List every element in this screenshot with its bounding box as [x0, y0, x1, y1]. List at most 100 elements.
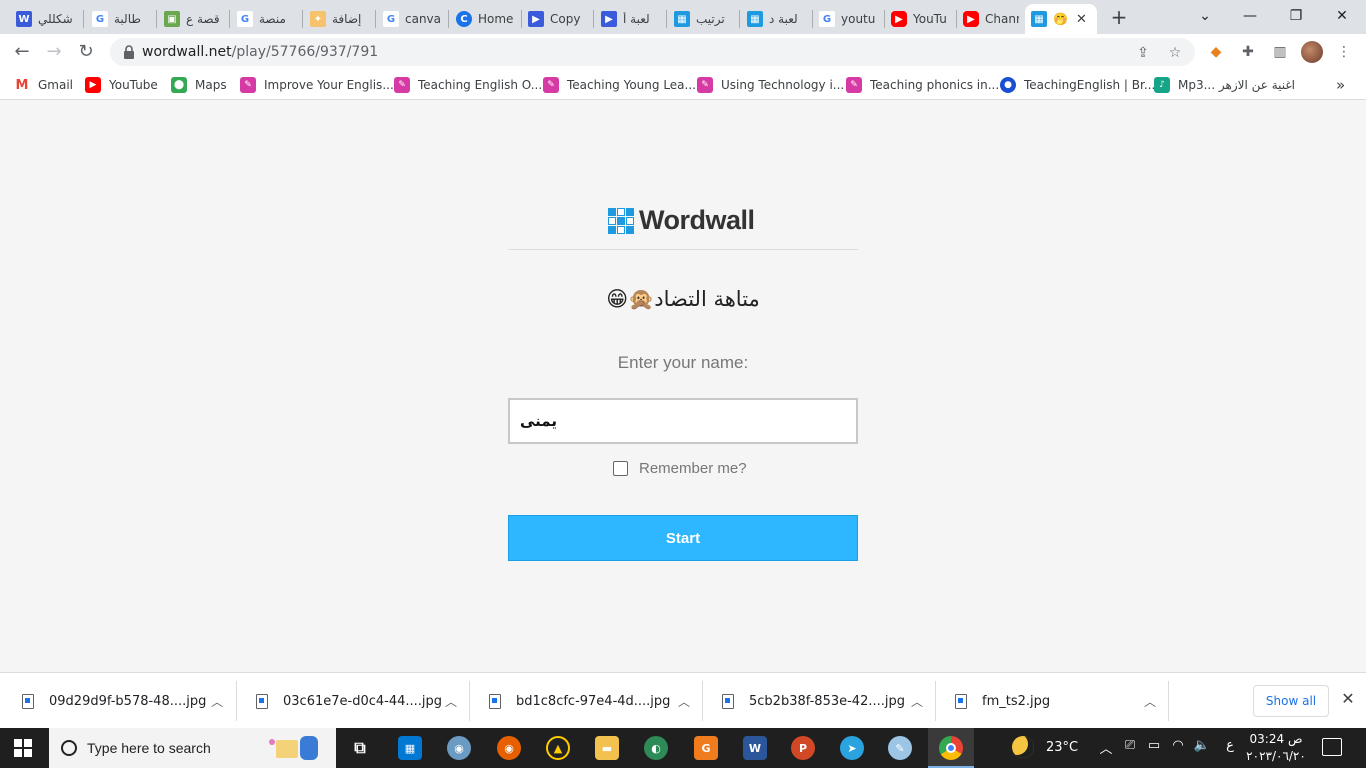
clock[interactable]: 03:24 ص ٢٠٢٣/٠٦/٢٠ [1244, 731, 1308, 765]
more-bookmarks-chevron-icon[interactable]: » [1336, 76, 1345, 94]
meet-now-icon[interactable]: ⎚ [1120, 738, 1140, 753]
tab-8[interactable]: ▶ لعبة أ [595, 4, 665, 34]
battery-icon[interactable]: ▭ [1144, 738, 1164, 753]
metamask-icon[interactable]: ◆ [1206, 42, 1226, 62]
acrobat-icon[interactable]: ▲ [546, 736, 570, 760]
forward-button[interactable]: → [42, 40, 66, 64]
bookmark-star-icon[interactable]: ☆ [1166, 44, 1184, 62]
download-item[interactable]: 09d29d9f-b578-48....jpg ︿ [22, 673, 223, 729]
teaching-icon: ✎ [697, 77, 713, 93]
name-input[interactable] [508, 398, 858, 444]
input-language[interactable]: ع [1220, 738, 1240, 753]
tab-11[interactable]: G youtu [813, 4, 883, 34]
chevron-up-icon[interactable]: ︿ [1144, 693, 1156, 710]
tab-6[interactable]: C Home [450, 4, 520, 34]
checkbox-icon[interactable] [613, 461, 628, 476]
remember-me-checkbox[interactable]: Remember me? [613, 460, 747, 477]
tab-12[interactable]: ▶ YouTu [885, 4, 955, 34]
wps-pdf-icon[interactable]: G [694, 736, 718, 760]
bookmark-teachingenglish-bc[interactable]: ● TeachingEnglish | Br... [1000, 76, 1155, 94]
chrome-icon[interactable] [939, 736, 963, 760]
start-button[interactable]: Start [508, 515, 858, 561]
volume-icon[interactable]: 🔈 [1192, 738, 1212, 753]
google-icon: G [92, 11, 108, 27]
teaching-icon: ✎ [543, 77, 559, 93]
wordwall-icon: ▦ [747, 11, 763, 27]
tab-7[interactable]: ▶ Copy [522, 4, 592, 34]
chevron-up-icon[interactable]: ︿ [1096, 738, 1116, 757]
bookmark-youtube[interactable]: ▶ YouTube [85, 76, 158, 94]
search-icon [61, 740, 77, 756]
weather-widget[interactable]: 23°C [1012, 736, 1078, 758]
paint-icon[interactable]: ✎ [888, 736, 912, 760]
minimize-button[interactable]: — [1230, 4, 1270, 28]
tab-4[interactable]: ✦ إضافة [304, 4, 374, 34]
youtube-icon: ▶ [891, 11, 907, 27]
close-window-button[interactable]: ✕ [1322, 4, 1362, 28]
bookmark-mp3-song[interactable]: ♪ Mp3... اغنية عن الازهر [1154, 76, 1295, 94]
bookmark-teaching-english-online[interactable]: ✎ Teaching English O... [394, 76, 542, 94]
notifications-icon[interactable] [1322, 738, 1342, 756]
tab-search-chevron-icon[interactable]: ⌄ [1185, 4, 1225, 28]
reload-button[interactable]: ↻ [74, 40, 98, 64]
bookmark-teaching-phonics[interactable]: ✎ Teaching phonics in... [846, 76, 999, 94]
new-tab-button[interactable]: + [1108, 6, 1130, 28]
image-file-icon [722, 693, 734, 709]
show-all-button[interactable]: Show all [1253, 685, 1329, 717]
taskbar-search[interactable]: Type here to search [49, 728, 336, 768]
bookmark-maps[interactable]: ⬤ Maps [171, 76, 227, 94]
share-icon[interactable]: ⇪ [1134, 44, 1152, 62]
tab-9[interactable]: ▦ ترتيب [668, 4, 738, 34]
side-panel-icon[interactable]: ▥ [1270, 42, 1290, 62]
wordwall-logo[interactable]: Wordwall [608, 205, 755, 236]
close-shelf-icon[interactable]: ✕ [1338, 689, 1358, 713]
bookmark-improve-english[interactable]: ✎ Improve Your Englis... [240, 76, 394, 94]
tab-0[interactable]: W شكللي [10, 4, 80, 34]
bookmark-teaching-young-learners[interactable]: ✎ Teaching Young Lea... [543, 76, 696, 94]
chevron-up-icon[interactable]: ︿ [911, 693, 923, 710]
powerpoint-icon[interactable]: P [791, 736, 815, 760]
wordwall-icon: ▦ [1031, 11, 1047, 27]
extensions-puzzle-icon[interactable]: ✚ [1238, 42, 1258, 62]
lock-icon[interactable] [122, 44, 136, 60]
chevron-up-icon[interactable]: ︿ [211, 693, 223, 710]
windows-start-icon[interactable] [14, 739, 32, 757]
chevron-up-icon[interactable]: ︿ [445, 693, 457, 710]
image-file-icon [256, 693, 268, 709]
file-explorer-icon[interactable]: ▬ [595, 736, 619, 760]
tab-10[interactable]: ▦ لعبة د [741, 4, 811, 34]
download-item[interactable]: bd1c8cfc-97e4-4d....jpg ︿ [489, 673, 690, 729]
wifi-icon[interactable]: ◠ [1168, 738, 1188, 753]
story-icon: ▣ [164, 11, 180, 27]
teaching-icon: ✎ [846, 77, 862, 93]
word-icon[interactable]: W [743, 736, 767, 760]
download-item[interactable]: 03c61e7e-d0c4-44....jpg ︿ [256, 673, 457, 729]
youtube-icon: ▶ [963, 11, 979, 27]
browser-toolbar: ← → ↻ wordwall.net/play/57766/937/791 ⇪ … [0, 34, 1366, 70]
firefox-icon[interactable]: ◉ [497, 736, 521, 760]
tab-2[interactable]: ▣ قصة ع [158, 4, 228, 34]
restore-button[interactable]: ❐ [1276, 4, 1316, 28]
tab-13[interactable]: ▶ Chann [957, 4, 1025, 34]
url-text[interactable]: wordwall.net/play/57766/937/791 [142, 44, 378, 60]
close-tab-icon[interactable]: ✕ [1076, 12, 1087, 27]
bookmark-using-technology[interactable]: ✎ Using Technology i... [697, 76, 844, 94]
telegram-icon[interactable]: ➤ [840, 736, 864, 760]
chevron-up-icon[interactable]: ︿ [678, 693, 690, 710]
tab-5[interactable]: G canva [377, 4, 447, 34]
profile-avatar[interactable] [1301, 41, 1323, 63]
tab-active[interactable]: ▦ 🤭 ✕ [1025, 4, 1097, 34]
microsoft-store-icon[interactable]: ▦ [398, 736, 422, 760]
people-app-icon[interactable]: ◉ [447, 736, 471, 760]
download-item[interactable]: 5cb2b38f-853e-42....jpg ︿ [722, 673, 923, 729]
back-button[interactable]: ← [10, 40, 34, 64]
tab-1[interactable]: G طالبة [86, 4, 156, 34]
addon-icon: ✦ [310, 11, 326, 27]
download-item[interactable]: fm_ts2.jpg ︿ [955, 673, 1156, 729]
tab-3[interactable]: G منصة [231, 4, 301, 34]
task-view-icon[interactable]: ⧉ [348, 736, 372, 760]
globe-app-icon[interactable]: ◐ [644, 736, 668, 760]
address-bar[interactable]: wordwall.net/play/57766/937/791 ⇪ ☆ [110, 38, 1195, 66]
menu-kebab-icon[interactable]: ⋮ [1334, 42, 1354, 62]
bookmark-gmail[interactable]: M Gmail [14, 76, 73, 94]
